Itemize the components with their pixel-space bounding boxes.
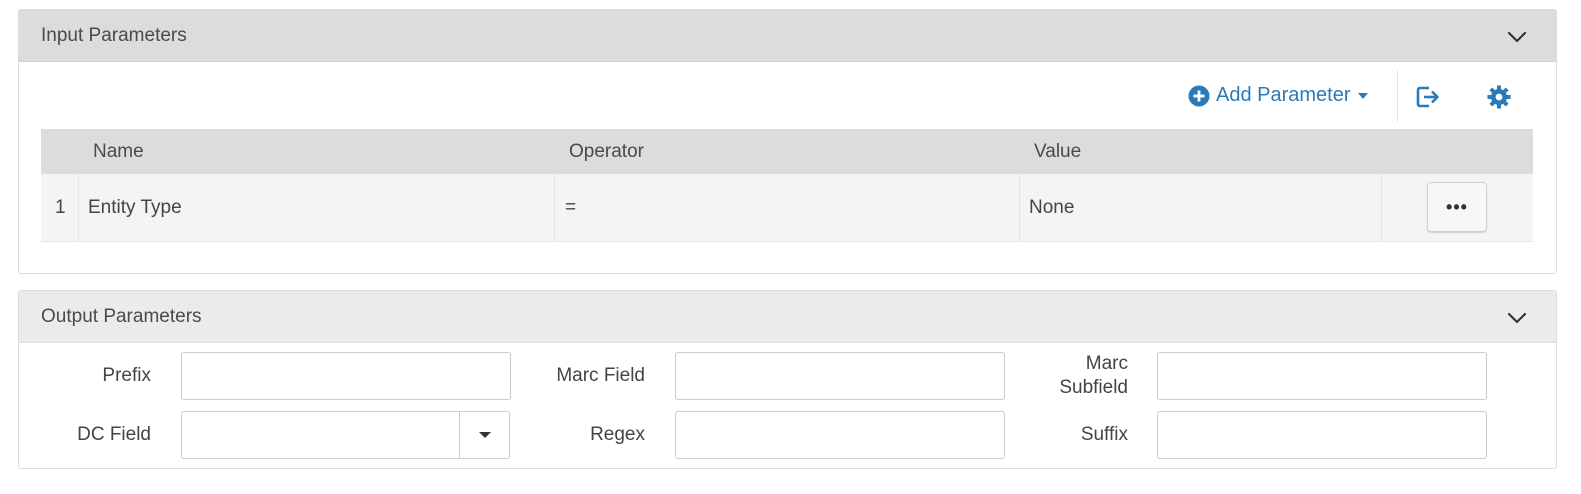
column-header-name[interactable]: Name <box>93 141 144 163</box>
export-icon[interactable] <box>1415 84 1441 110</box>
output-parameters-title: Output Parameters <box>41 306 202 327</box>
input-parameters-header[interactable]: Input Parameters <box>19 10 1556 62</box>
toolbar-divider <box>1397 70 1398 122</box>
marc-subfield-label: Marc Subfield <box>1059 352 1128 400</box>
suffix-label: Suffix <box>1080 424 1128 445</box>
row-actions-button[interactable]: ••• <box>1427 182 1487 232</box>
regex-label: Regex <box>590 424 645 445</box>
cell-divider <box>1019 174 1020 242</box>
marc-subfield-input[interactable] <box>1157 352 1487 400</box>
dc-field-dropdown-toggle[interactable] <box>459 412 509 458</box>
marc-subfield-label-line1: Marc <box>1085 353 1128 374</box>
gear-icon[interactable] <box>1486 84 1512 110</box>
cell-divider <box>554 174 555 242</box>
cell-divider <box>78 174 79 242</box>
column-header-value[interactable]: Value <box>1034 141 1081 163</box>
table-row[interactable]: 1 Entity Type = None ••• <box>41 174 1533 242</box>
add-parameter-label: Add Parameter <box>1216 84 1351 106</box>
cell-divider <box>1381 174 1382 242</box>
input-parameters-panel: Input Parameters Add Parameter Name Oper… <box>18 9 1557 274</box>
row-name: Entity Type <box>88 197 182 218</box>
parameters-table: Name Operator Value 1 Entity Type = None… <box>41 129 1533 242</box>
table-header: Name Operator Value <box>41 129 1533 174</box>
row-value: None <box>1029 197 1075 218</box>
prefix-label: Prefix <box>102 365 151 386</box>
chevron-down-icon[interactable] <box>1506 26 1528 48</box>
output-parameters-header[interactable]: Output Parameters <box>19 291 1556 343</box>
add-parameter-button[interactable]: Add Parameter <box>1188 84 1369 107</box>
input-parameters-title: Input Parameters <box>41 25 187 46</box>
caret-down-icon <box>1357 92 1368 99</box>
row-operator: = <box>565 197 577 218</box>
dc-field-select[interactable] <box>181 411 510 459</box>
regex-input[interactable] <box>675 411 1005 459</box>
marc-subfield-label-line2: Subfield <box>1059 377 1128 398</box>
marc-field-label: Marc Field <box>556 365 645 386</box>
chevron-down-icon[interactable] <box>1506 307 1528 329</box>
column-header-operator[interactable]: Operator <box>569 141 644 163</box>
plus-circle-icon <box>1188 85 1210 106</box>
dc-field-label: DC Field <box>77 424 151 445</box>
suffix-input[interactable] <box>1157 411 1487 459</box>
marc-field-input[interactable] <box>675 352 1005 400</box>
row-index: 1 <box>55 197 66 218</box>
output-parameters-panel: Output Parameters Prefix Marc Field Marc… <box>18 290 1557 469</box>
caret-down-icon <box>478 432 491 438</box>
prefix-input[interactable] <box>181 352 511 400</box>
